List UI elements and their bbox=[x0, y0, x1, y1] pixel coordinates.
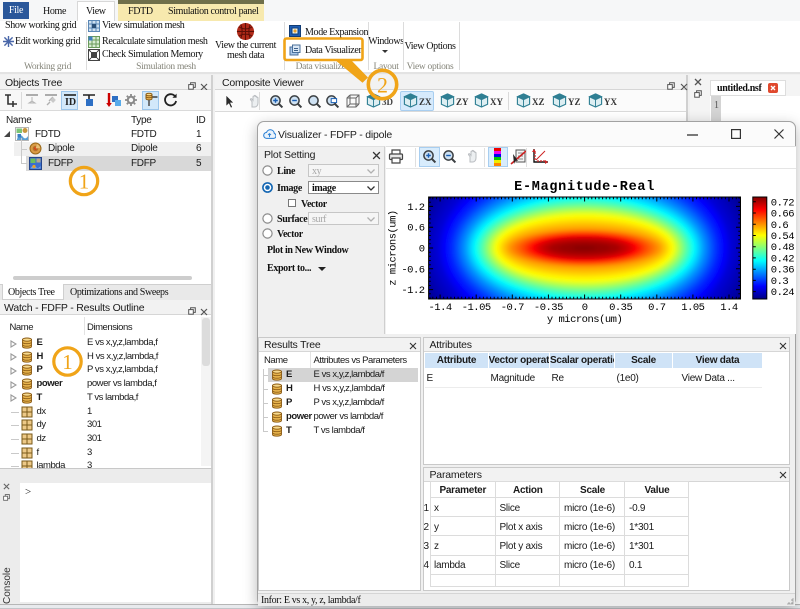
svg-text:2: 2 bbox=[377, 73, 388, 98]
svg-text:1: 1 bbox=[79, 170, 90, 194]
svg-text:1: 1 bbox=[62, 350, 73, 374]
